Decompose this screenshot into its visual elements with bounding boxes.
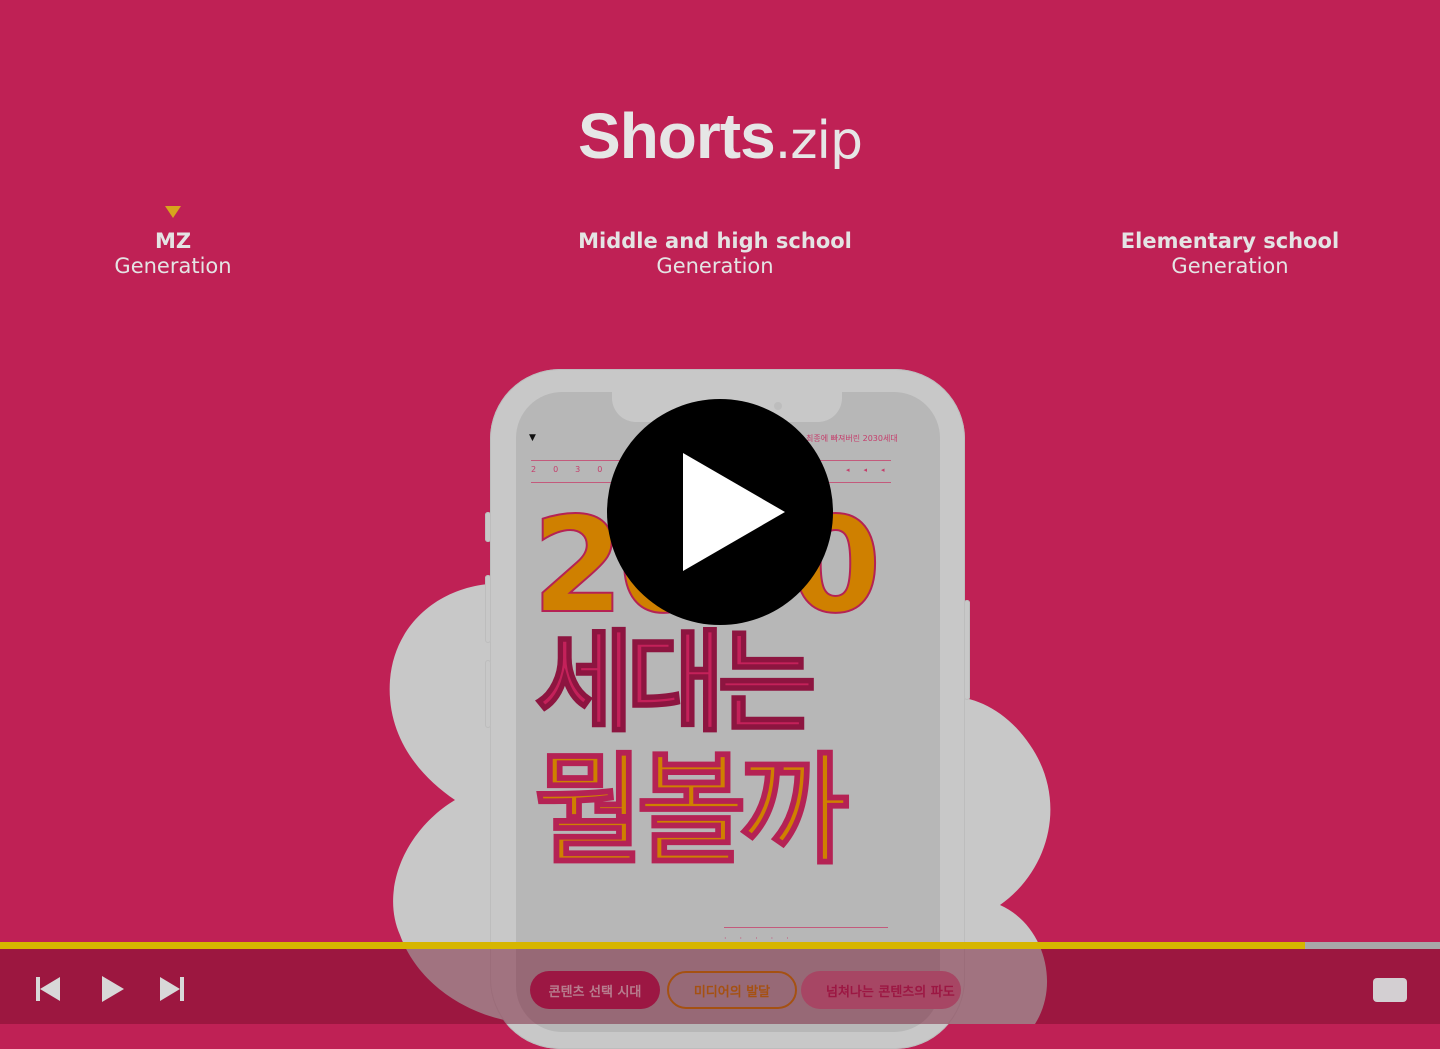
skip-next-icon [160,977,180,1001]
phone-side-button [485,512,491,542]
skip-next-button[interactable] [160,977,186,1001]
phone-camera [774,402,782,410]
skip-previous-button[interactable] [36,977,62,1001]
play-icon [683,453,785,571]
phone-side-button [485,660,491,728]
headline-line2: 뭘볼까 [533,741,850,882]
phone-side-button [964,600,970,700]
progress-bar[interactable] [0,942,1440,949]
phone-side-button [485,575,491,643]
play-button[interactable] [102,976,124,1002]
screen-arrow-icon: ▼ [529,433,536,443]
skip-next-icon [180,977,184,1001]
headline-line1: 세대는 [534,619,818,747]
fullscreen-button[interactable] [1373,978,1407,1002]
screen-subtitle: 최종에 빠져버린 2030세대 [806,434,898,443]
control-bar [0,949,1440,1024]
skip-previous-icon [40,977,60,1001]
screen-digits: 2030 [531,465,620,474]
play-overlay-button[interactable] [607,399,833,625]
progress-fill [0,942,1305,949]
divider [724,927,888,928]
play-icon [102,976,124,1002]
screen-triangles-icon: ◂◂◂ [846,466,899,474]
